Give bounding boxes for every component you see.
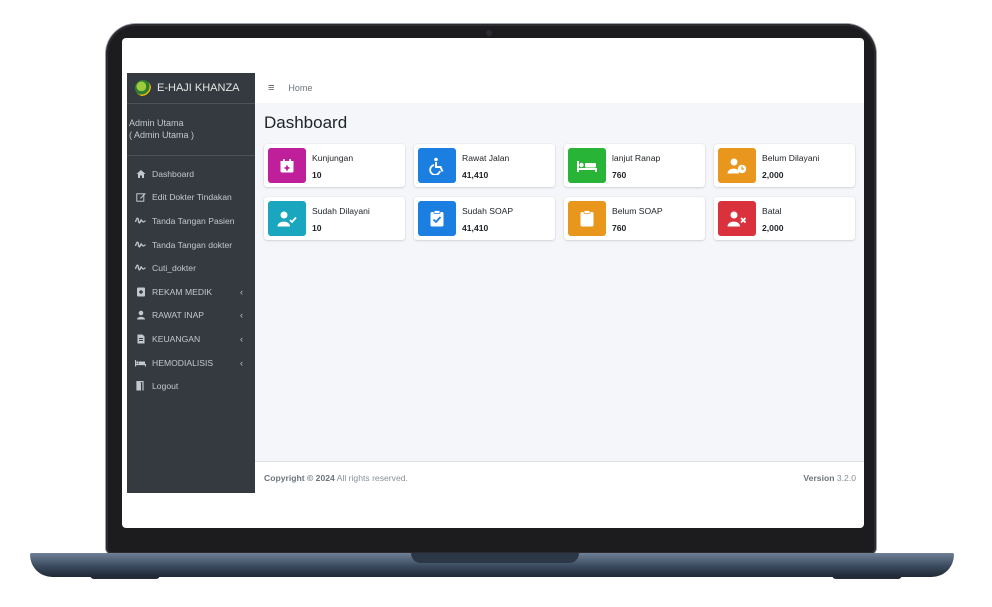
sidebar-item-ttd-pasien[interactable]: Tanda Tangan Pasien bbox=[127, 209, 255, 233]
info-box-value: 41,410 bbox=[462, 223, 489, 233]
sidebar-item-label: Tanda Tangan Pasien bbox=[152, 215, 235, 226]
info-box-label: Sudah SOAP bbox=[462, 206, 514, 216]
user-times-icon bbox=[718, 201, 756, 236]
sidebar-item-keuangan[interactable]: KEUANGAN ‹ bbox=[127, 327, 255, 351]
logo-icon bbox=[135, 80, 151, 96]
copyright-rest: All rights reserved. bbox=[334, 473, 408, 483]
sidebar: E-HAJI KHANZA Admin Utama ( Admin Utama … bbox=[127, 73, 255, 493]
bed-icon bbox=[568, 148, 606, 183]
laptop-foot bbox=[832, 575, 902, 579]
door-icon bbox=[135, 381, 146, 392]
main-content: Dashboard Kunjungan 10 Rawat Jalan 41,41… bbox=[255, 103, 864, 461]
sidebar-item-label: HEMODIALISIS bbox=[152, 357, 214, 368]
info-box-label: Kunjungan bbox=[312, 153, 354, 163]
info-box-belum-dilayani[interactable]: Belum Dilayani 2,000 bbox=[714, 144, 855, 187]
user-check-icon bbox=[268, 201, 306, 236]
signature-icon bbox=[135, 215, 146, 226]
sidebar-item-label: REKAM MEDIK bbox=[152, 286, 213, 297]
page-title: Dashboard bbox=[264, 113, 348, 132]
user-clock-icon bbox=[718, 148, 756, 183]
info-box-label: Belum SOAP bbox=[612, 206, 663, 216]
info-box-label: lanjut Ranap bbox=[612, 153, 661, 163]
info-box-label: Sudah Dilayani bbox=[312, 206, 370, 216]
brand-link[interactable]: E-HAJI KHANZA bbox=[127, 73, 255, 104]
hamburger-icon[interactable]: ≡ bbox=[268, 82, 274, 94]
info-box-value: 760 bbox=[612, 223, 627, 233]
version-value: 3.2.0 bbox=[834, 473, 856, 483]
copyright-strong: Copyright © 2024 bbox=[264, 473, 335, 483]
laptop-notch bbox=[411, 553, 579, 563]
info-box-lanjut-ranap[interactable]: lanjut Ranap 760 bbox=[564, 144, 705, 187]
screen: E-HAJI KHANZA Admin Utama ( Admin Utama … bbox=[122, 38, 864, 528]
sidebar-item-label: RAWAT INAP bbox=[152, 310, 205, 321]
user-name[interactable]: Admin Utama bbox=[129, 117, 255, 129]
topbar: ≡ Home bbox=[255, 73, 864, 103]
clipboard-check-icon bbox=[418, 201, 456, 236]
copyright: Copyright © 2024 All rights reserved. bbox=[264, 473, 408, 483]
signature-icon bbox=[135, 263, 146, 274]
breadcrumb-home[interactable]: Home bbox=[288, 83, 312, 93]
version-label: Version bbox=[803, 473, 835, 483]
sidebar-item-label: KEUANGAN bbox=[152, 333, 201, 344]
info-box-label: Batal bbox=[762, 206, 782, 216]
laptop-foot bbox=[90, 575, 160, 579]
brand-text: E-HAJI KHANZA bbox=[157, 82, 240, 94]
info-box-value: 41,410 bbox=[462, 170, 489, 180]
info-box-kunjungan[interactable]: Kunjungan 10 bbox=[264, 144, 405, 187]
signature-icon bbox=[135, 239, 146, 250]
sidebar-item-label: Cuti_dokter bbox=[152, 263, 196, 274]
sidebar-item-label: Dashboard bbox=[152, 168, 195, 179]
sidebar-item-label: Logout bbox=[152, 381, 179, 392]
sidebar-item-logout[interactable]: Logout bbox=[127, 374, 255, 398]
info-box-sudah-dilayani[interactable]: Sudah Dilayani 10 bbox=[264, 197, 405, 240]
chevron-left-icon: ‹ bbox=[240, 333, 243, 344]
calendar-plus-icon bbox=[268, 148, 306, 183]
chevron-left-icon: ‹ bbox=[240, 357, 243, 368]
info-box-sudah-soap[interactable]: Sudah SOAP 41,410 bbox=[414, 197, 555, 240]
version: Version 3.2.0 bbox=[803, 473, 856, 483]
info-box-label: Belum Dilayani bbox=[762, 153, 820, 163]
info-box-value: 2,000 bbox=[762, 223, 784, 233]
sidebar-item-rawat-inap[interactable]: RAWAT INAP ‹ bbox=[127, 304, 255, 328]
info-box-value: 2,000 bbox=[762, 170, 784, 180]
info-box-belum-soap[interactable]: Belum SOAP 760 bbox=[564, 197, 705, 240]
info-box-label: Rawat Jalan bbox=[462, 153, 510, 163]
clipboard-icon bbox=[568, 201, 606, 236]
invoice-icon bbox=[135, 333, 146, 344]
edit-icon bbox=[135, 192, 146, 203]
chevron-left-icon: ‹ bbox=[240, 310, 243, 321]
wheelchair-icon bbox=[418, 148, 456, 183]
sidebar-item-ttd-dokter[interactable]: Tanda Tangan dokter bbox=[127, 233, 255, 257]
info-box-value: 10 bbox=[312, 170, 322, 180]
sidebar-item-hemodialisis[interactable]: HEMODIALISIS ‹ bbox=[127, 351, 255, 375]
info-box-rawat-jalan[interactable]: Rawat Jalan 41,410 bbox=[414, 144, 555, 187]
sidebar-item-edit-dokter[interactable]: Edit Dokter Tindakan bbox=[127, 186, 255, 210]
sidebar-item-label: Edit Dokter Tindakan bbox=[152, 192, 232, 203]
info-box-batal[interactable]: Batal 2,000 bbox=[714, 197, 855, 240]
home-icon bbox=[135, 168, 146, 179]
sidebar-item-cuti-dokter[interactable]: Cuti_dokter bbox=[127, 256, 255, 280]
camera-icon bbox=[486, 30, 492, 36]
footer: Copyright © 2024 All rights reserved. Ve… bbox=[255, 461, 864, 494]
medical-record-icon bbox=[135, 286, 146, 297]
user-panel: Admin Utama ( Admin Utama ) bbox=[127, 104, 255, 156]
bed-icon bbox=[135, 357, 146, 368]
info-box-value: 10 bbox=[312, 223, 322, 233]
sidebar-item-rekam-medik[interactable]: REKAM MEDIK ‹ bbox=[127, 280, 255, 304]
patient-icon bbox=[135, 310, 146, 321]
sidebar-item-label: Tanda Tangan dokter bbox=[152, 239, 233, 250]
sidebar-nav: Dashboard Edit Dokter Tindakan Tanda Tan… bbox=[127, 156, 255, 398]
info-box-value: 760 bbox=[612, 170, 627, 180]
chevron-left-icon: ‹ bbox=[240, 286, 243, 297]
sidebar-item-dashboard[interactable]: Dashboard bbox=[127, 162, 255, 186]
user-role: ( Admin Utama ) bbox=[129, 130, 195, 140]
